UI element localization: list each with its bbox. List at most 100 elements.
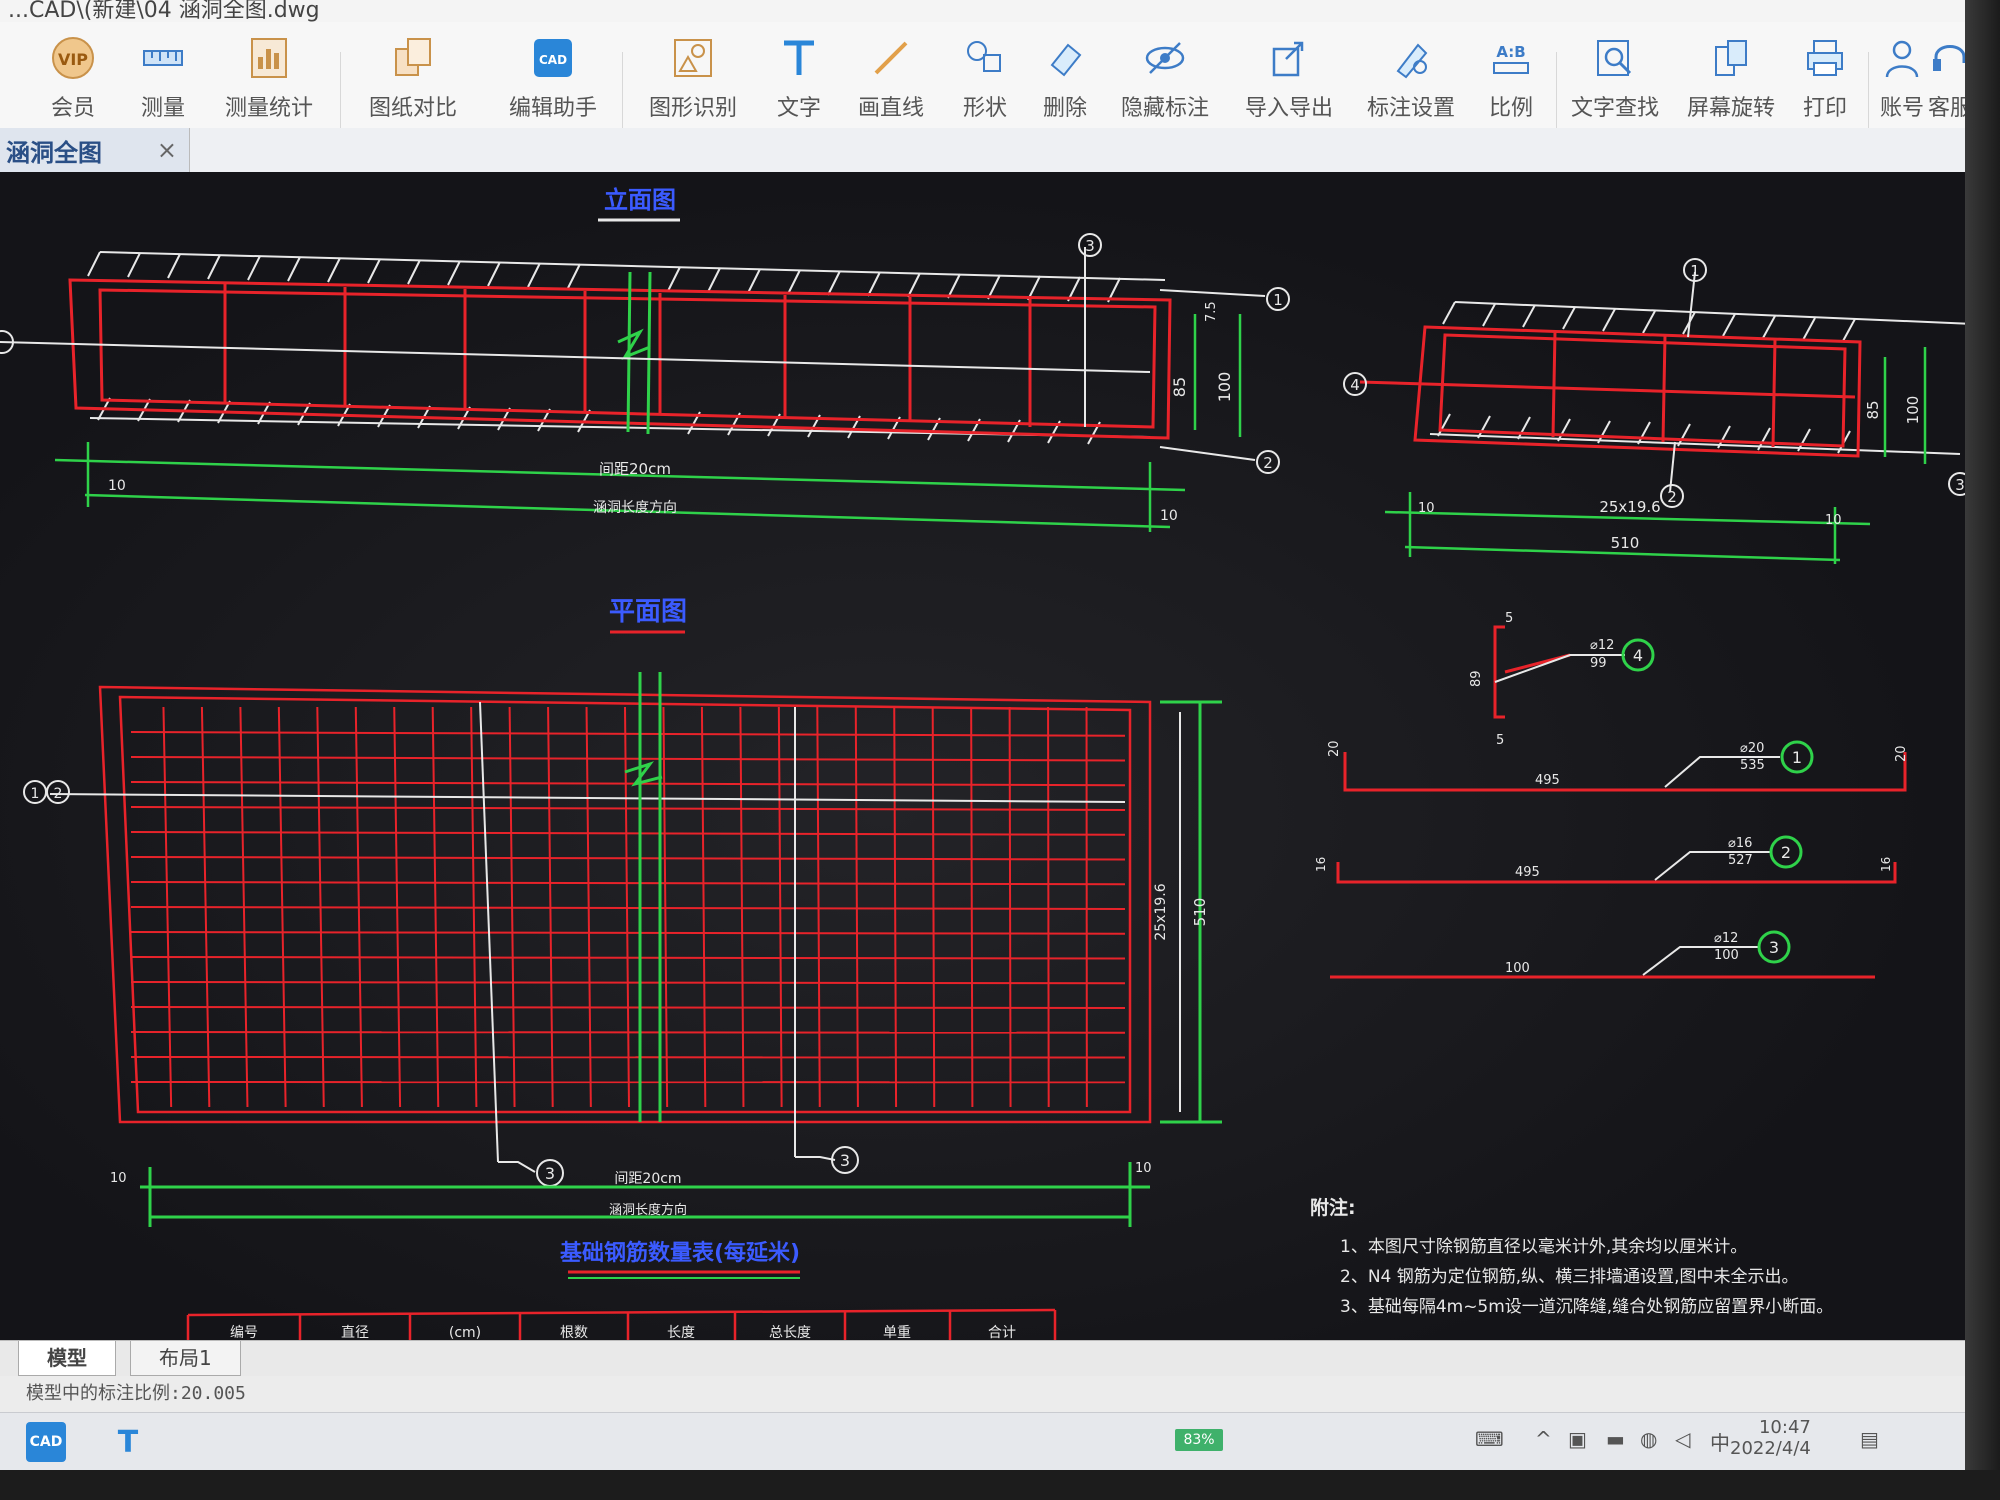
toolbar-label: 标注设置 [1366,96,1455,121]
elevation-view: 立面图 85 100 7.5 间距20cm 涵洞长度方向 10 10 3 1 2 [0,186,1290,532]
plan-grid-lines [130,706,1126,1108]
document-tab[interactable]: 涵洞全图 × [0,128,190,172]
dim-16: 16 [1879,857,1893,872]
plan-grid-line [130,956,1126,960]
bar-label-bottom: 527 [1728,853,1753,868]
keyboard-icon[interactable]: ⌨ [1475,1427,1504,1451]
plan-grid-line [700,706,707,1108]
bubble-4: 4 [1350,376,1360,394]
toolbar-text-search-button[interactable]: 文字查找 [1560,34,1670,122]
monitor-bezel [0,1470,2000,1500]
table-title: 基础钢筋数量表(每延米) [560,1240,800,1266]
tab-model[interactable]: 模型 [18,1341,116,1376]
plan-title: 平面图 [609,597,687,627]
taskbar-cad-app[interactable]: CAD [26,1422,66,1462]
toolbar-scale-button[interactable]: A:B 比例 [1456,34,1566,122]
system-clock[interactable]: 10:47 2022/4/4 [1730,1417,1811,1459]
plan-grid-line [739,706,745,1108]
globe-icon[interactable]: ◍ [1640,1427,1657,1451]
bubble-2: 2 [1263,454,1273,472]
ruler-icon [139,34,187,82]
bubble-1: 1 [31,786,40,802]
ime-indicator[interactable]: 中 [1710,1427,1730,1456]
dim-spacing-20: 间距20cm [599,460,671,478]
dim-85: 85 [1170,377,1189,397]
plan-grid-line [130,856,1126,861]
toolbar-edit-assistant-button[interactable]: CAD 编辑助手 [498,34,608,122]
plan-grid-line [970,706,974,1108]
toolbar-support-button[interactable]: 客服 [1928,34,1972,122]
dim-100: 100 [1505,961,1530,976]
taskbar-text-app[interactable]: T [108,1422,148,1462]
dim-length-direction: 涵洞长度方向 [609,1202,687,1218]
dim-10: 10 [1418,501,1435,516]
text-search-icon [1591,34,1639,82]
toolbar-hide-annotation-button[interactable]: 隐藏标注 [1110,34,1220,122]
toolbar-import-export-button[interactable]: 导入导出 [1234,34,1344,122]
drawing-canvas[interactable]: 立面图 85 100 7.5 间距20cm 涵洞长度方向 10 10 3 1 2… [0,172,1965,1340]
bubble-3: 3 [1085,237,1095,255]
notification-icon[interactable]: ▤ [1860,1427,1879,1451]
bar-label-bottom: 100 [1714,948,1739,963]
bar-label-top: ⌀12 [1590,638,1614,653]
dim-20: 20 [1894,745,1909,762]
plan-grid-line [662,706,669,1108]
toolbar-compare-button[interactable]: 图纸对比 [358,34,468,122]
plan-grid-line [777,706,783,1108]
table-header: 总长度 [769,1325,811,1340]
chevron-up-icon[interactable]: ^ [1535,1427,1552,1451]
window-title: ...CAD\(新建\04 涵洞全图.dwg [0,0,2000,22]
bar-label-top: ⌀16 [1728,836,1752,851]
toolbar-measure-button[interactable]: 测量 [108,34,218,122]
volume-icon[interactable]: ◁ [1675,1427,1690,1451]
account-icon [1878,34,1926,82]
bar-label-bottom: 99 [1590,656,1607,671]
shape-icon [961,34,1009,82]
dim-10: 10 [108,478,126,494]
toolbar-label: 比例 [1488,96,1533,121]
toolbar-separator [1556,52,1557,132]
text-icon [775,34,823,82]
bubble-2: 2 [1667,488,1677,506]
toolbar-label: 文字查找 [1570,96,1659,121]
toolbar-label: 隐藏标注 [1120,96,1209,121]
status-bar: 模型中的标注比例:20.005 [0,1376,1965,1412]
battery-icon[interactable]: ▬ [1606,1427,1625,1451]
bubble-3: 3 [545,1164,555,1183]
clock-date: 2022/4/4 [1730,1438,1811,1459]
note-line: 2、N4 钢筋为定位钢筋,纵、横三排墙通设置,图中未全示出。 [1340,1267,1799,1287]
close-icon[interactable]: × [157,136,177,164]
bubble-2: 2 [54,786,63,802]
plan-grid-line [130,906,1126,910]
dim-89: 89 [1469,670,1484,687]
tab-layout1[interactable]: 布局1 [130,1341,241,1376]
dim-10: 10 [1160,508,1178,524]
toolbar-delete-button[interactable]: 删除 [1010,34,1120,122]
toolbar-separator [622,52,623,132]
table-header: 单重 [883,1325,911,1340]
toolbar-label: 删除 [1042,96,1087,121]
toolbar-label: 账号 [1879,96,1924,121]
clock-time: 10:47 [1758,1417,1811,1438]
table-header: 合计 [988,1325,1016,1340]
bar-label-bottom: 535 [1740,758,1765,773]
toolbar-annotation-settings-button[interactable]: 标注设置 [1356,34,1466,122]
svg-text:CAD: CAD [539,53,567,67]
plan-grid-line [130,881,1126,886]
table-header: 根数 [560,1325,588,1340]
toolbar-separator [340,52,341,132]
table-header: 直径 [341,1324,369,1340]
dim-495: 495 [1535,773,1560,788]
plan-grid-line [931,706,936,1108]
toolbar-measure-stats-button[interactable]: 测量统计 [214,34,324,122]
toolbar-label: 打印 [1802,96,1847,121]
note-line: 1、本图尺寸除钢筋直径以毫米计外,其余均以厘米计。 [1340,1237,1747,1257]
bubble-1: 1 [1273,291,1283,309]
network-icon[interactable]: ▣ [1568,1427,1587,1451]
toolbar-label: 形状 [962,96,1007,121]
dim-16: 16 [1314,857,1328,872]
dim-510: 510 [1191,898,1209,927]
vip-icon: VIP [49,34,97,82]
toolbar-shape-recognize-button[interactable]: 图形识别 [638,34,748,122]
monitor-bezel [1965,0,2000,1500]
